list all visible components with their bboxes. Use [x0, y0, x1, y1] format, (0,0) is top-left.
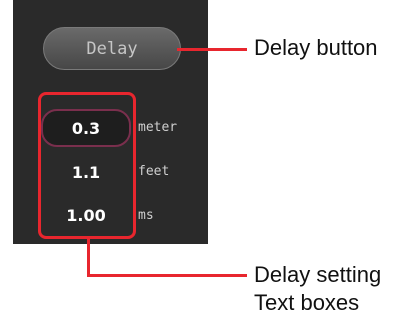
textboxes-highlight — [38, 92, 136, 239]
text-boxes-callout-label: Text boxes — [254, 290, 360, 315]
delay-setting-callout-label: Delay setting — [254, 262, 382, 287]
meter-unit-label: meter — [138, 120, 178, 135]
screenshot-stage: Delay 0.3 meter 1.1 feet 1.00 ms Delay b… — [0, 0, 416, 325]
textboxes-callout-vertical — [87, 239, 90, 277]
delay-button-callout-label: Delay button — [254, 35, 378, 60]
textboxes-callout-horizontal — [87, 274, 247, 277]
feet-unit-label: feet — [138, 164, 170, 179]
delay-button-callout-line — [177, 48, 247, 51]
delay-button[interactable]: Delay — [43, 27, 181, 70]
ms-unit-label: ms — [138, 208, 154, 223]
